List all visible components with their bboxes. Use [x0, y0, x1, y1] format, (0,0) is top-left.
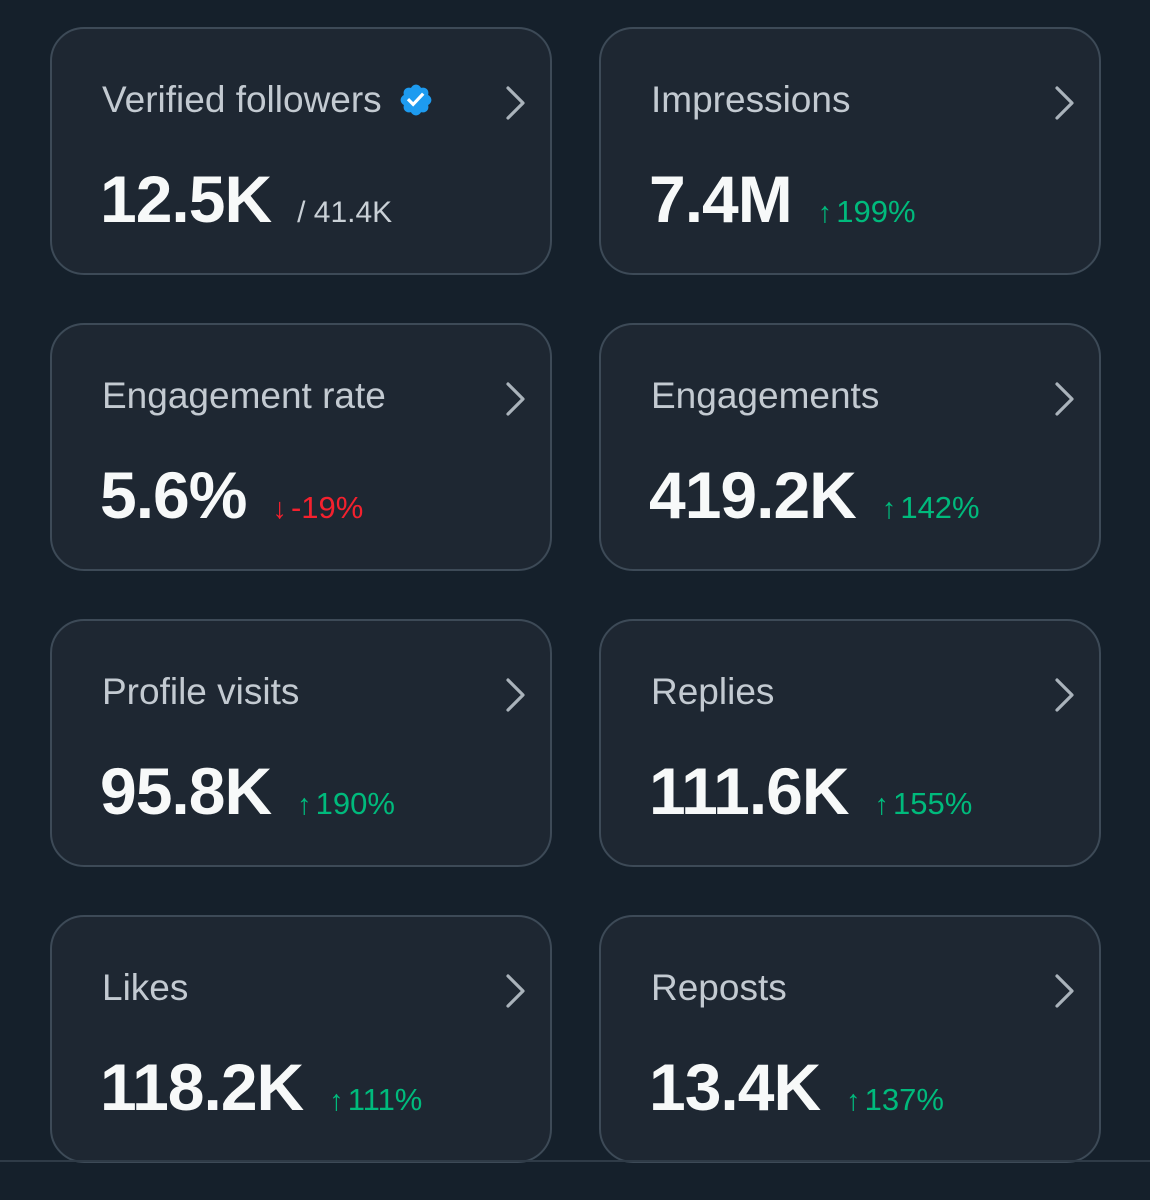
change-indicator: ↑ 155% — [875, 786, 973, 822]
card-title: Profile visits — [102, 671, 299, 713]
chevron-right-icon — [1053, 83, 1077, 123]
card-profile-visits[interactable]: Profile visits 95.8K ↑ 190% — [50, 619, 552, 867]
bottom-divider — [0, 1160, 1150, 1162]
card-title-label: Verified followers — [102, 79, 382, 120]
arrow-up-icon: ↑ — [329, 1085, 344, 1117]
card-title-label: Engagement rate — [102, 375, 386, 416]
card-title-label: Profile visits — [102, 671, 300, 712]
metric-value: 12.5K — [100, 162, 272, 236]
card-impressions[interactable]: Impressions 7.4M ↑ 199% — [599, 27, 1101, 275]
card-title: Likes — [102, 967, 188, 1009]
change-value: 190% — [315, 786, 395, 821]
change-indicator: ↑ 137% — [846, 1082, 944, 1118]
chevron-right-icon — [504, 971, 528, 1011]
metric-row: 419.2K ↑ 142% — [649, 457, 980, 533]
card-title: Reposts — [651, 967, 787, 1009]
card-title-label: Likes — [102, 967, 189, 1008]
change-indicator: ↓ -19% — [272, 490, 363, 526]
card-title-label: Engagements — [651, 375, 880, 416]
metric-value: 13.4K — [649, 1050, 821, 1124]
change-indicator: ↑ 190% — [297, 786, 395, 822]
change-value: 199% — [836, 194, 916, 229]
change-value: 137% — [864, 1082, 944, 1117]
card-title: Engagement rate — [102, 375, 386, 417]
metric-total: / 41.4K — [297, 196, 393, 229]
change-indicator: ↑ 199% — [818, 194, 916, 230]
metric-value: 7.4M — [649, 162, 793, 236]
metric-row: 95.8K ↑ 190% — [100, 753, 395, 829]
metric-value: 95.8K — [100, 754, 272, 828]
change-indicator: ↑ 111% — [329, 1082, 422, 1118]
chevron-right-icon — [504, 379, 528, 419]
card-likes[interactable]: Likes 118.2K ↑ 111% — [50, 915, 552, 1163]
metric-value: 111.6K — [649, 754, 850, 828]
card-title: Verified followers — [102, 79, 434, 121]
metric-value: 5.6% — [100, 458, 247, 532]
change-value: 142% — [900, 490, 980, 525]
metric-value: 118.2K — [100, 1050, 304, 1124]
chevron-right-icon — [1053, 675, 1077, 715]
arrow-down-icon: ↓ — [272, 493, 287, 525]
metric-row: 12.5K / 41.4K — [100, 161, 392, 237]
arrow-up-icon: ↑ — [297, 789, 312, 821]
arrow-up-icon: ↑ — [881, 493, 897, 525]
card-title: Engagements — [651, 375, 879, 417]
chevron-right-icon — [504, 675, 528, 715]
metric-value: 419.2K — [649, 458, 857, 532]
change-value: 111% — [347, 1082, 423, 1117]
change-value: -19% — [290, 490, 364, 525]
card-engagements[interactable]: Engagements 419.2K ↑ 142% — [599, 323, 1101, 571]
arrow-up-icon: ↑ — [874, 789, 890, 821]
metric-row: 118.2K ↑ 111% — [100, 1049, 422, 1125]
metrics-grid: Verified followers 12.5K / 41.4K Impress… — [50, 27, 1101, 1163]
card-title-label: Reposts — [651, 967, 787, 1008]
card-title: Impressions — [651, 79, 850, 121]
card-title-label: Impressions — [651, 79, 851, 120]
verified-badge-icon — [398, 82, 434, 118]
change-value: 155% — [893, 786, 973, 821]
card-verified-followers[interactable]: Verified followers 12.5K / 41.4K — [50, 27, 552, 275]
chevron-right-icon — [1053, 971, 1077, 1011]
card-reposts[interactable]: Reposts 13.4K ↑ 137% — [599, 915, 1101, 1163]
card-title: Replies — [651, 671, 774, 713]
card-engagement-rate[interactable]: Engagement rate 5.6% ↓ -19% — [50, 323, 552, 571]
metric-row: 111.6K ↑ 155% — [649, 753, 972, 829]
change-indicator: ↑ 142% — [882, 490, 980, 526]
chevron-right-icon — [504, 83, 528, 123]
metric-row: 5.6% ↓ -19% — [100, 457, 363, 533]
card-replies[interactable]: Replies 111.6K ↑ 155% — [599, 619, 1101, 867]
arrow-up-icon: ↑ — [817, 197, 833, 229]
arrow-up-icon: ↑ — [846, 1085, 861, 1117]
metric-row: 13.4K ↑ 137% — [649, 1049, 944, 1125]
metric-row: 7.4M ↑ 199% — [649, 161, 916, 237]
chevron-right-icon — [1053, 379, 1077, 419]
card-title-label: Replies — [651, 671, 775, 712]
